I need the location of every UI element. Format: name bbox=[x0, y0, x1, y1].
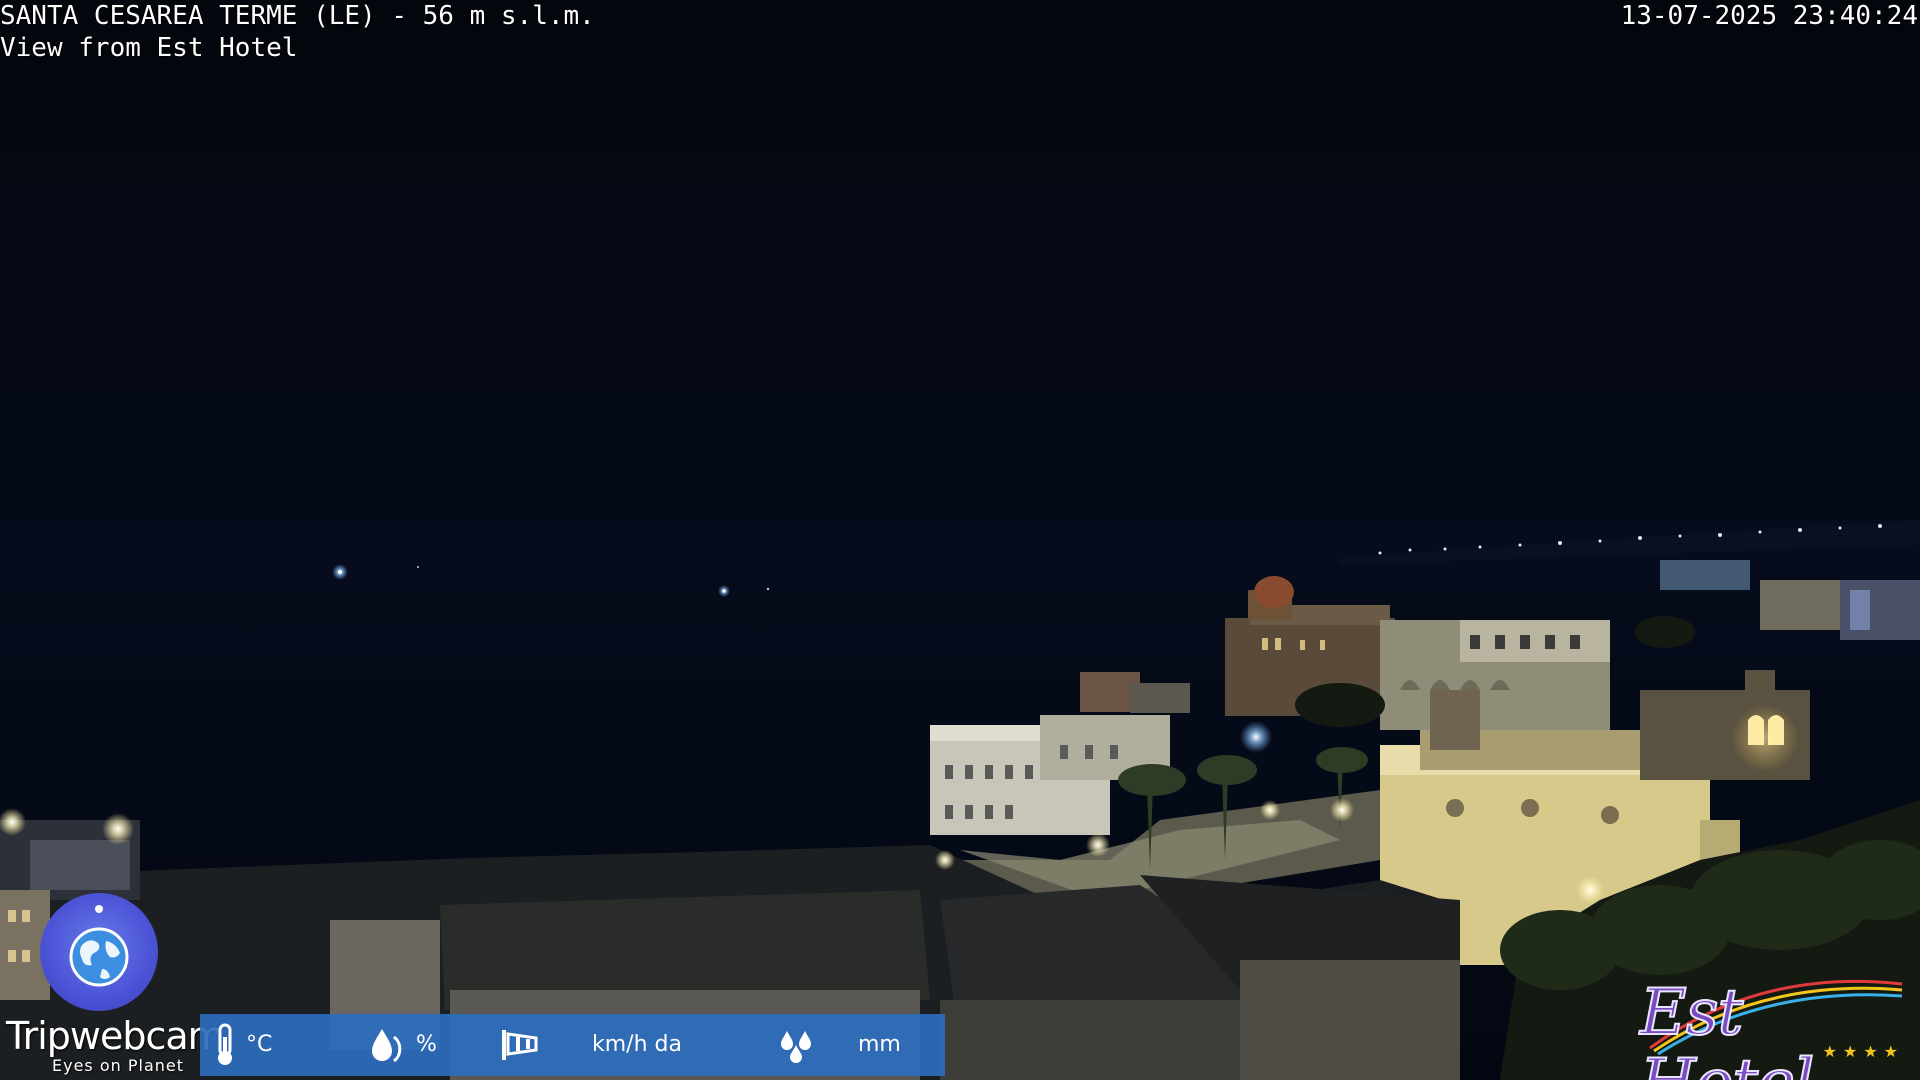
wind-unit: km/h da bbox=[592, 1032, 682, 1057]
tripwebcam-badge bbox=[40, 893, 158, 1011]
timestamp: 13-07-2025 23:40:24 bbox=[1620, 1, 1918, 31]
globe-icon bbox=[69, 905, 129, 987]
est-hotel-logo: Est Hotel ★★★★ bbox=[1639, 977, 1910, 1080]
hotel-logo-text: Est Hotel bbox=[1639, 976, 1815, 1080]
temperature-unit: °C bbox=[246, 1032, 273, 1057]
humidity-readout: % bbox=[368, 1014, 437, 1076]
windsock-icon bbox=[502, 1030, 538, 1060]
location-title: SANTA CESAREA TERME (LE) - 56 m s.l.m. bbox=[0, 1, 595, 31]
hotel-rating-stars: ★★★★ bbox=[1822, 1042, 1904, 1061]
tripwebcam-brand: Tripwebcam bbox=[6, 1014, 225, 1058]
rain-readout: mm bbox=[778, 1014, 901, 1076]
rain-unit: mm bbox=[858, 1032, 901, 1057]
rain-drops-icon bbox=[781, 1031, 811, 1063]
wind-readout: km/h da bbox=[500, 1014, 682, 1076]
thermometer-icon bbox=[218, 1023, 232, 1065]
humidity-unit: % bbox=[416, 1032, 437, 1057]
temperature-readout: °C bbox=[214, 1014, 272, 1076]
weather-bar: °C % km/h da mm bbox=[200, 1014, 945, 1076]
night-coast-scene bbox=[0, 520, 1920, 1080]
webcam-frame: SANTA CESAREA TERME (LE) - 56 m s.l.m. V… bbox=[0, 0, 1920, 1080]
water-drop-icon bbox=[372, 1029, 402, 1063]
tripwebcam-tagline: Eyes on Planet bbox=[52, 1056, 185, 1075]
view-subtitle: View from Est Hotel bbox=[0, 33, 298, 63]
